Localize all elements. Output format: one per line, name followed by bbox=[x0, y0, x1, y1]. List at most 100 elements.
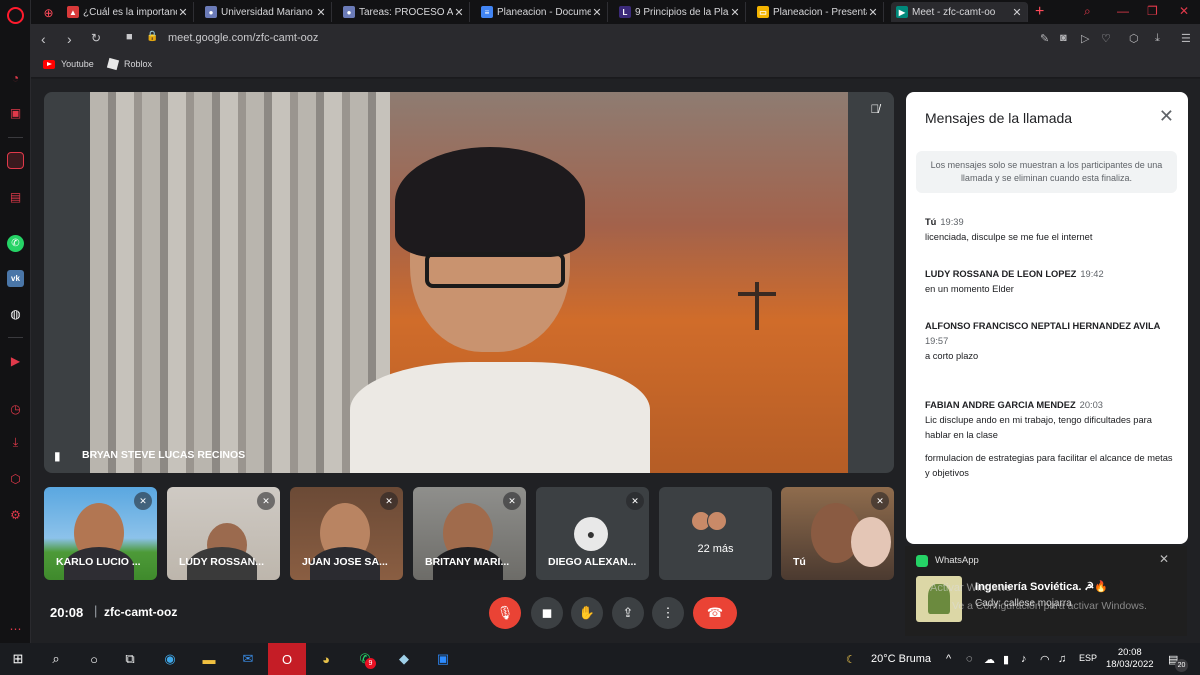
close-icon[interactable]: ✕ bbox=[729, 6, 741, 19]
more-participants-tile[interactable]: 22 más bbox=[659, 487, 772, 580]
cortana-icon[interactable]: ○ bbox=[84, 649, 104, 669]
cloud-icon[interactable]: ☁ bbox=[984, 653, 995, 666]
activate-windows-title: Activar Windows bbox=[930, 582, 1012, 594]
gamepad-icon[interactable]: ⊕ bbox=[40, 4, 57, 21]
messenger-icon[interactable]: ▤ bbox=[7, 188, 24, 205]
participant-tile[interactable]: ● ✕ DIEGO ALEXAN... bbox=[536, 487, 649, 580]
home-icon[interactable] bbox=[7, 152, 24, 169]
mic-off-icon: 🎙̸ bbox=[870, 102, 880, 116]
snapshot-icon[interactable]: ◙ bbox=[1060, 32, 1067, 44]
search-icon[interactable]: ⌕ bbox=[46, 649, 66, 669]
forward-icon[interactable]: › bbox=[67, 31, 72, 47]
mail-icon[interactable]: ✉ bbox=[238, 649, 258, 669]
send-icon[interactable]: ▷ bbox=[1081, 32, 1089, 45]
close-icon[interactable]: ✕ bbox=[591, 6, 603, 19]
close-icon[interactable]: ✕ bbox=[1159, 552, 1169, 566]
clock-date: 18/03/2022 bbox=[1106, 659, 1154, 670]
meeting-code: zfc-camt-ooz bbox=[104, 605, 178, 619]
camera-icon[interactable]: ■ bbox=[126, 31, 133, 43]
avatar-stack bbox=[691, 511, 727, 531]
weather-text[interactable]: 20°C Bruma bbox=[871, 653, 931, 665]
vk-icon[interactable]: vk bbox=[7, 270, 24, 287]
edit-icon[interactable]: ✎ bbox=[1040, 32, 1049, 45]
tab-2[interactable]: ● Universidad Mariano G ✕ bbox=[200, 2, 332, 22]
tab-5[interactable]: L 9 Principios de la Plane ✕ bbox=[614, 2, 746, 22]
opera-logo-icon[interactable] bbox=[7, 7, 24, 24]
battery-icon[interactable]: ▮ bbox=[1003, 653, 1009, 666]
system-clock[interactable]: 20:08 18/03/2022 bbox=[1106, 647, 1154, 671]
speed-dial-icon[interactable]: ◔ bbox=[7, 69, 24, 86]
menu-icon[interactable]: ☰ bbox=[1181, 32, 1191, 45]
cube-icon[interactable]: ⬡ bbox=[1129, 32, 1139, 45]
file-explorer-icon[interactable]: ▬ bbox=[199, 649, 219, 669]
show-hidden-icon[interactable]: ^ bbox=[946, 653, 951, 665]
chat-title: Mensajes de la llamada bbox=[925, 110, 1073, 126]
more-icon[interactable]: ⋯ bbox=[7, 620, 24, 637]
language-indicator[interactable]: ESP bbox=[1079, 653, 1097, 663]
main-video-tile[interactable]: 🎙̸ ▮ BRYAN STEVE LUCAS RECINOS bbox=[44, 92, 894, 473]
new-tab-icon[interactable]: + bbox=[1035, 3, 1044, 21]
participant-tile[interactable]: ✕ LUDY ROSSAN... bbox=[167, 487, 280, 580]
opera-taskbar-icon[interactable]: O bbox=[268, 643, 306, 675]
close-icon[interactable]: ✕ bbox=[315, 6, 327, 19]
close-icon[interactable]: ✕ bbox=[1159, 106, 1174, 127]
tab-6[interactable]: ▭ Planeacion - Presentaci ✕ bbox=[752, 2, 884, 22]
tab-favicon-icon: L bbox=[619, 6, 631, 18]
tab-favicon-icon: ▲ bbox=[67, 6, 79, 18]
url-field[interactable]: meet.google.com/zfc-camt-ooz bbox=[168, 32, 318, 44]
download-icon[interactable]: ⤓ bbox=[1155, 32, 1160, 45]
edge-icon[interactable]: ◉ bbox=[160, 649, 180, 669]
self-tile[interactable]: ✕ Tú bbox=[781, 487, 894, 580]
player-icon[interactable]: ▶ bbox=[7, 352, 24, 369]
camera-toggle-button[interactable]: ◼ bbox=[531, 597, 563, 629]
tab-1[interactable]: ▲ ¿Cuál es la importancia ✕ bbox=[62, 2, 194, 22]
bag-icon[interactable]: ▣ bbox=[7, 104, 24, 121]
bookmark-youtube[interactable]: Youtube bbox=[43, 59, 94, 69]
discord-icon[interactable]: ◍ bbox=[7, 305, 24, 322]
screen: ◔ ▣ ▤ ✆ vk ◍ ▶ ◷ ⤓ ⬡ ⚙ ⋯ ⊕ ▲ ¿Cuál es la… bbox=[0, 0, 1200, 675]
bookmark-roblox[interactable]: Roblox bbox=[106, 57, 152, 71]
present-button[interactable]: ⇪ bbox=[612, 597, 644, 629]
restore-icon[interactable]: ❐ bbox=[1147, 4, 1158, 18]
heart-icon[interactable]: ♡ bbox=[1101, 32, 1111, 45]
participant-tile[interactable]: ✕ KARLO LUCIO ... bbox=[44, 487, 157, 580]
history-icon[interactable]: ◷ bbox=[7, 400, 24, 417]
tab-4[interactable]: ≡ Planeacion - Document ✕ bbox=[476, 2, 608, 22]
close-icon[interactable]: ✕ bbox=[867, 6, 879, 19]
zoom-icon[interactable]: ▣ bbox=[433, 649, 453, 669]
mic-tray-icon[interactable]: ♪ bbox=[1021, 653, 1027, 665]
more-options-button[interactable]: ⋮ bbox=[652, 597, 684, 629]
speaker-hair bbox=[395, 147, 585, 257]
clock-time: 20:08 bbox=[1117, 647, 1142, 658]
tab-3[interactable]: ● Tareas: PROCESO ADM ✕ bbox=[338, 2, 470, 22]
downloads-icon[interactable]: ⤓ bbox=[7, 434, 24, 451]
end-call-button[interactable]: ☎ bbox=[693, 597, 737, 629]
network-icon[interactable]: ◌ bbox=[966, 653, 973, 665]
wifi-icon[interactable]: ◠ bbox=[1040, 653, 1050, 666]
close-icon[interactable]: ✕ bbox=[1011, 6, 1023, 19]
minimize-icon[interactable]: — bbox=[1117, 4, 1129, 18]
close-icon[interactable]: ✕ bbox=[177, 6, 189, 19]
search-tabs-icon[interactable]: ⌕ bbox=[1084, 4, 1091, 19]
participant-tile[interactable]: ✕ BRITANY MARI... bbox=[413, 487, 526, 580]
windows-start-icon[interactable]: ⊞ bbox=[8, 649, 28, 669]
volume-icon[interactable]: ♫ bbox=[1058, 653, 1066, 665]
whatsapp-icon[interactable]: ✆ bbox=[7, 235, 24, 252]
close-window-icon[interactable]: ✕ bbox=[1179, 4, 1189, 18]
pin-icon[interactable]: ▮ bbox=[54, 449, 66, 463]
tab-title: ¿Cuál es la importancia bbox=[83, 6, 177, 18]
back-icon[interactable]: ‹ bbox=[41, 31, 46, 47]
reload-icon[interactable]: ↻ bbox=[91, 31, 101, 45]
mic-toggle-button[interactable]: 🎙 bbox=[489, 597, 521, 629]
settings-icon[interactable]: ⚙ bbox=[7, 506, 24, 523]
app-icon[interactable]: ◆ bbox=[394, 649, 414, 669]
chrome-icon[interactable]: ◕ bbox=[316, 649, 336, 669]
whatsapp-icon bbox=[916, 555, 928, 567]
task-view-icon[interactable]: ⧉ bbox=[120, 649, 140, 669]
raise-hand-button[interactable]: ✋ bbox=[571, 597, 603, 629]
tab-7-active[interactable]: ▶ Meet - zfc-camt-oo ✕ bbox=[891, 2, 1028, 22]
participant-tile[interactable]: ✕ JUAN JOSE SA... bbox=[290, 487, 403, 580]
close-icon[interactable]: ✕ bbox=[453, 6, 465, 19]
tab-title: Planeacion - Document bbox=[497, 6, 591, 18]
extensions-icon[interactable]: ⬡ bbox=[7, 470, 24, 487]
